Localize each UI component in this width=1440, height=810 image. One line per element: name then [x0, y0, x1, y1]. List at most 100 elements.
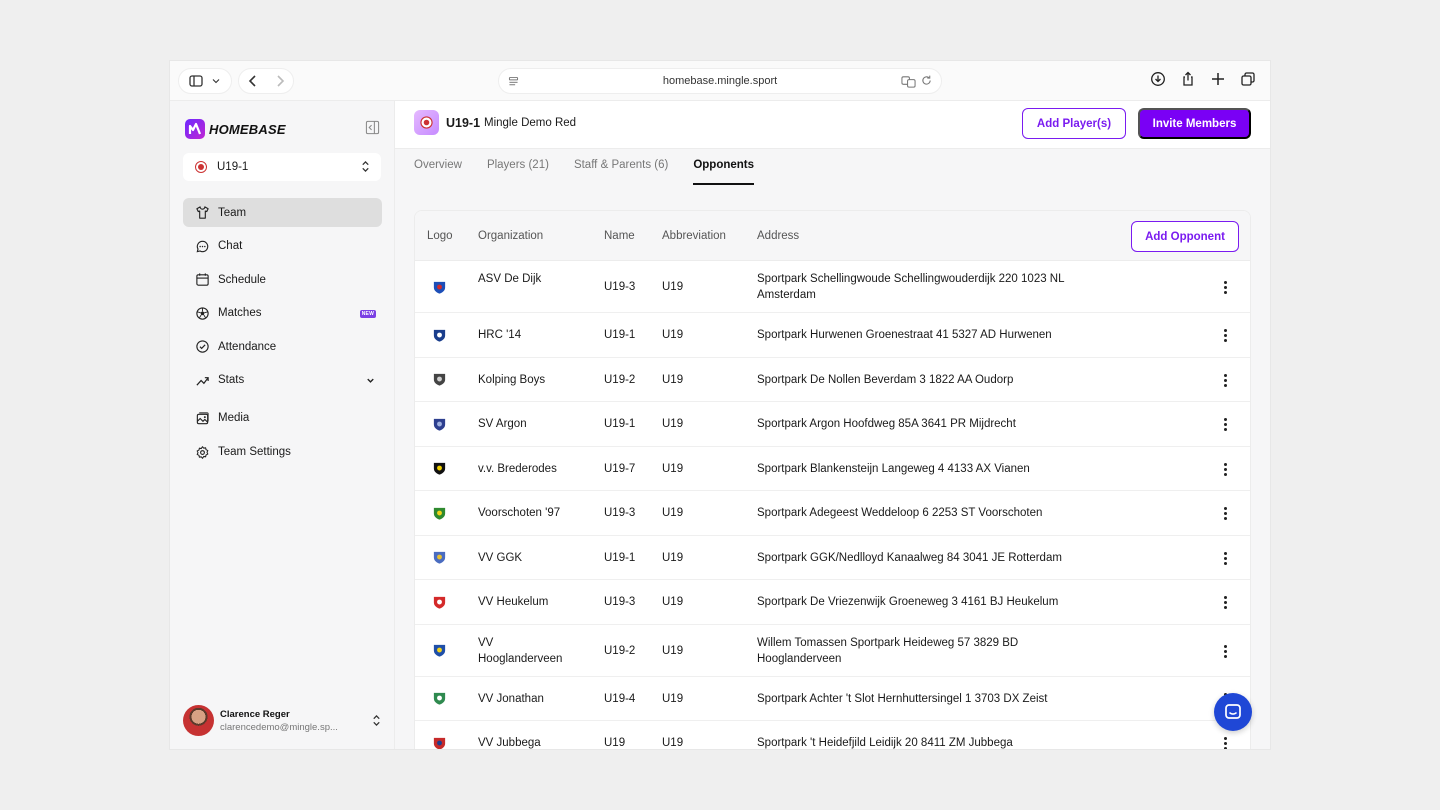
new-badge: NEW [359, 309, 376, 318]
address-bar[interactable]: homebase.mingle.sport [498, 68, 942, 94]
row-menu-icon[interactable] [1224, 644, 1228, 660]
share-icon[interactable] [1180, 71, 1196, 87]
team-crest-icon [420, 116, 433, 129]
sidebar-toggle-group[interactable] [178, 68, 232, 94]
row-menu-icon[interactable] [1224, 373, 1228, 389]
page-settings-icon[interactable] [507, 75, 520, 88]
table-row[interactable]: VV Heukelum U19-3 U19 Sportpark De Vriezenw… [415, 580, 1250, 625]
abbreviation-cell: U19 [662, 692, 684, 705]
avatar [183, 705, 214, 736]
row-menu-icon[interactable] [1224, 551, 1228, 567]
name-cell: U19 [604, 737, 626, 749]
column-header-name: Name [604, 230, 635, 242]
club-logo-icon [433, 737, 446, 749]
add-players-button[interactable]: Add Player(s) [1022, 108, 1126, 139]
user-profile[interactable]: Clarence Reger clarencedemo@mingle.sp... [183, 705, 338, 736]
chevron-up-down-icon[interactable] [371, 714, 382, 727]
table-row[interactable]: v.v. Brederodes U19-7 U19 Sportpark Blanken… [415, 447, 1250, 491]
team-header: U19-1 Mingle Demo Red Add Player(s) Invi… [395, 101, 1270, 149]
opponents-table: Logo Organization Name Abbreviation Addr… [414, 210, 1251, 749]
row-menu-icon[interactable] [1224, 737, 1228, 749]
name-cell: U19-3 [604, 596, 636, 609]
table-row[interactable]: SV Argon U19-1 U19 Sportpark Argon Hoofdweg… [415, 402, 1250, 447]
table-row[interactable]: VV GGK U19-1 U19 Sportpark GGK/Nedlloyd Kan… [415, 536, 1250, 580]
row-menu-icon[interactable] [1224, 418, 1228, 433]
address-cell: Sportpark 't Heidefjild Leidijk 20 8411 … [757, 737, 1013, 749]
calendar-icon [196, 273, 209, 286]
sidebar-item-label: Team [218, 206, 247, 219]
new-tab-icon[interactable] [1210, 71, 1226, 87]
check-circle-icon [196, 340, 209, 354]
address-cell: Sportpark De Nollen Beverdam 3 1822 AA O… [757, 373, 1014, 386]
reload-icon[interactable] [920, 74, 933, 87]
row-menu-icon[interactable] [1224, 281, 1228, 296]
table-row[interactable]: Kolping Boys U19-2 U19 Sportpark De Nollen … [415, 358, 1250, 402]
table-row[interactable]: Voorschoten '97 U19-3 U19 Sportpark Adegees… [415, 491, 1250, 536]
back-icon[interactable] [245, 73, 261, 89]
address-cell: Sportpark Adegeest Weddeloop 6 2253 ST V… [757, 507, 1043, 520]
sidebar-item-label: Media [218, 412, 250, 425]
invite-members-button[interactable]: Invite Members [1138, 108, 1251, 139]
sidebar-item-label: Matches [218, 307, 262, 320]
sidebar-item-label: Stats [218, 374, 245, 387]
abbreviation-cell: U19 [662, 507, 684, 520]
address-cell: Sportpark De Vriezenwijk Groeneweg 3 416… [757, 596, 1059, 609]
image-icon [196, 412, 209, 425]
tab-players[interactable]: Players (21) [487, 159, 549, 185]
add-opponent-button[interactable]: Add Opponent [1131, 221, 1239, 252]
club-logo-icon [433, 329, 446, 342]
forward-icon[interactable] [272, 73, 288, 89]
chevron-down-icon[interactable] [365, 375, 376, 386]
team-tabs: Overview Players (21) Staff & Parents (6… [414, 159, 779, 185]
club-logo-icon [433, 693, 446, 705]
table-row[interactable]: ASV De Dijk U19-3 U19 Sportpark Schellingwo… [415, 261, 1250, 313]
sidebar-item-schedule[interactable]: Schedule [183, 265, 382, 294]
table-row[interactable]: VV Hooglanderveen U19-2 U19 Willem Tomassen… [415, 625, 1250, 677]
team-code: U19-1 [446, 116, 481, 130]
sidebar-item-media[interactable]: Media [183, 404, 382, 433]
organization-cell: VV Heukelum [478, 596, 549, 609]
abbreviation-cell: U19 [662, 418, 684, 431]
collapse-sidebar-icon[interactable] [365, 120, 380, 135]
tab-opponents[interactable]: Opponents [693, 159, 754, 185]
tab-overview[interactable]: Overview [414, 159, 462, 185]
support-chat-button[interactable] [1214, 693, 1252, 731]
sidebar-item-label: Team Settings [218, 446, 291, 459]
organization-cell: HRC '14 [478, 329, 522, 342]
organization-cell: Voorschoten '97 [478, 507, 561, 520]
sidebar-item-attendance[interactable]: Attendance [183, 332, 382, 361]
sidebar-item-label: Attendance [218, 340, 277, 353]
club-logo-icon [433, 374, 446, 386]
row-menu-icon[interactable] [1224, 596, 1228, 611]
sidebar-item-stats[interactable]: Stats [183, 366, 382, 395]
homebase-logo[interactable]: HOMEBASE [185, 119, 286, 139]
table-row[interactable]: VV Jubbega U19 U19 Sportpark 't Heidefjild … [415, 721, 1250, 749]
row-menu-icon[interactable] [1224, 507, 1228, 522]
table-row[interactable]: HRC '14 U19-1 U19 Sportpark Hurwenen Groene… [415, 313, 1250, 358]
tab-staff-parents[interactable]: Staff & Parents (6) [574, 159, 668, 185]
address-cell: Willem Tomassen Sportpark Heideweg 57 38… [757, 636, 1019, 665]
chevron-down-icon[interactable] [210, 75, 222, 87]
name-cell: U19-7 [604, 462, 636, 475]
sidebar-item-chat[interactable]: Chat [183, 232, 382, 261]
organization-cell: VV GGK [478, 551, 523, 564]
sidebar-toggle-icon[interactable] [188, 73, 204, 89]
column-header-organization: Organization [478, 230, 544, 242]
sidebar-item-team[interactable]: Team [183, 198, 382, 227]
row-menu-icon[interactable] [1224, 329, 1228, 344]
translate-icon[interactable] [901, 74, 916, 89]
table-row[interactable]: VV Jonathan U19-4 U19 Sportpark Achter 't S… [415, 677, 1250, 721]
name-cell: U19-2 [604, 373, 636, 386]
name-cell: U19-1 [604, 329, 636, 342]
organization-cell: SV Argon [478, 418, 527, 431]
row-menu-icon[interactable] [1224, 462, 1228, 478]
main-content: U19-1 Mingle Demo Red Add Player(s) Invi… [395, 101, 1270, 749]
tabs-overview-icon[interactable] [1240, 71, 1256, 87]
organization-cell: v.v. Brederodes [478, 462, 557, 475]
team-selector[interactable]: U19-1 [183, 153, 381, 181]
sidebar-item-matches[interactable]: Matches NEW [183, 299, 382, 328]
chat-icon [196, 240, 209, 253]
column-header-address: Address [757, 230, 800, 242]
download-icon[interactable] [1150, 71, 1166, 87]
sidebar-item-team-settings[interactable]: Team Settings [183, 438, 382, 467]
